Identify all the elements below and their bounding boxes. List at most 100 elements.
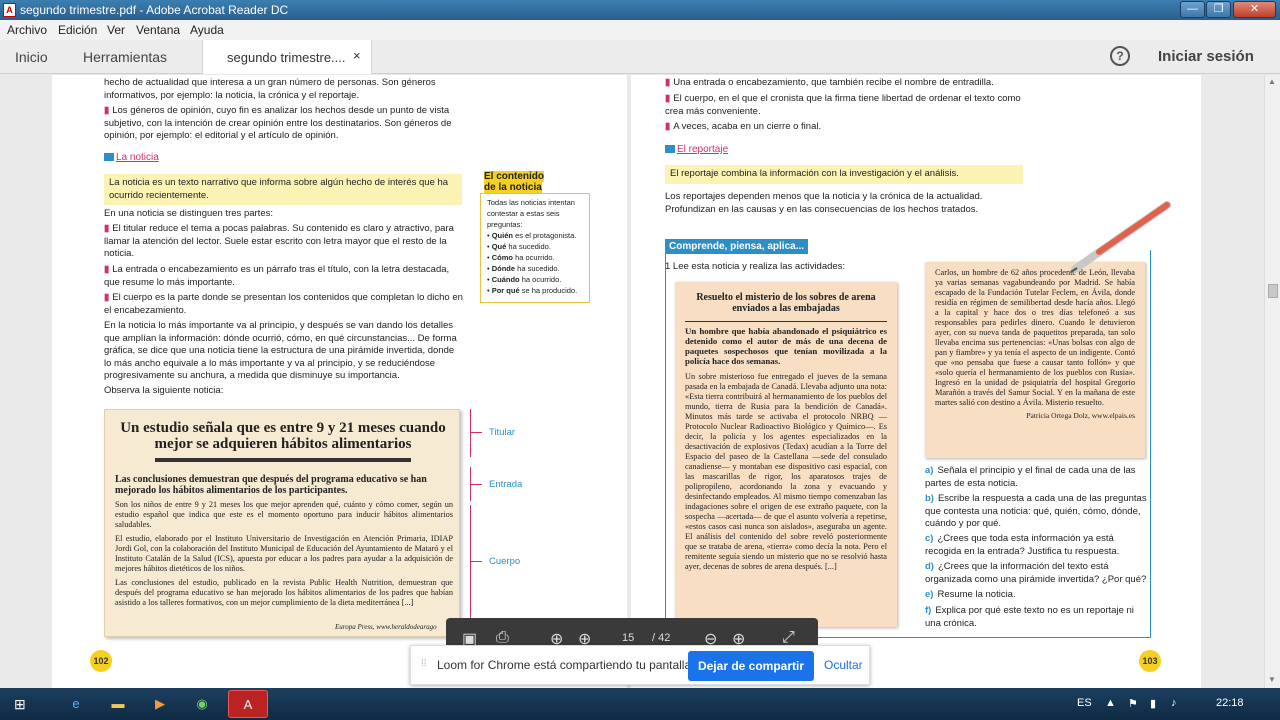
- volume-icon[interactable]: ♪: [1171, 697, 1177, 709]
- tab-bar: Inicio Herramientas segundo trimestre...…: [0, 40, 1280, 74]
- news-rule: [155, 458, 411, 462]
- activity-b: b) Escribe la respuesta a cada una de las…: [925, 493, 1147, 529]
- continuation-signature: Patricia Ortega Dolz, www.elpais.es: [1026, 411, 1135, 420]
- sidebox-item: • Qué ha sucedido.: [487, 242, 551, 251]
- page-number-103: 103: [1139, 650, 1161, 672]
- news-headline: Un estudio señala que es entre 9 y 21 me…: [120, 420, 446, 452]
- start-grid-icon[interactable]: ⊞: [14, 696, 26, 713]
- sidebox-item: • Quién es el protagonista.: [487, 231, 577, 240]
- label-cuerpo: Cuerpo: [489, 556, 521, 567]
- intro-genres-informative: hecho de actualidad que interesa a un gr…: [104, 77, 436, 101]
- cronica-part-cuerpo: ▮ El cuerpo, en el que el cronista que la…: [665, 93, 1021, 117]
- news-clipping: Un estudio señala que es entre 9 y 21 me…: [104, 409, 460, 637]
- question-1: 1 Lee esta noticia y realiza las activid…: [665, 261, 846, 272]
- title-bar: A segundo trimestre.pdf - Adobe Acrobat …: [0, 0, 1280, 20]
- intro-genres-opinion: ▮ Los géneros de opinión, cuyo fin es ana…: [104, 105, 452, 141]
- close-window-button[interactable]: ✕: [1233, 1, 1276, 18]
- sidebox-item: • Por qué se ha producido.: [487, 286, 578, 295]
- tab-document-label: segundo trimestre....: [227, 50, 346, 65]
- bracket-tick: [470, 432, 482, 433]
- screen-share-bar: ⁞⁞ Loom for Chrome está compartiendo tu …: [410, 645, 870, 685]
- menu-ventana[interactable]: Ventana: [136, 23, 180, 37]
- part-cuerpo: ▮ El cuerpo es la parte donde se presenta…: [104, 292, 463, 316]
- page-current-input[interactable]: 15: [622, 632, 634, 644]
- sidebox-item: • Cuándo ha ocurrido.: [487, 275, 562, 284]
- share-message: Loom for Chrome está compartiendo tu pan…: [437, 658, 695, 672]
- cronica-part-entrada: ▮ Una entrada o encabezamiento, que tambi…: [665, 77, 994, 88]
- cronica-part-cierre: ▮ A veces, acaba en un cierre o final.: [665, 121, 822, 132]
- scroll-thumb[interactable]: [1268, 284, 1278, 298]
- article-body: Un sobre misterioso fue entregado el jue…: [685, 372, 887, 571]
- language-indicator[interactable]: ES: [1077, 697, 1092, 709]
- part-entrada: ▮ La entrada o encabezamiento es un párra…: [104, 264, 450, 288]
- sidebox-questions: Todas las noticias intentan contestar a …: [480, 193, 590, 303]
- news-source: Europa Press, www.heraldodearago: [335, 623, 437, 631]
- flag-icon[interactable]: ⚑: [1128, 697, 1138, 710]
- menu-ver[interactable]: Ver: [107, 23, 125, 37]
- article-continuation: Carlos, un hombre de 62 años procedente …: [925, 262, 1145, 458]
- bracket-tick: [470, 561, 482, 562]
- bracket-titular: [470, 409, 471, 457]
- tab-inicio[interactable]: Inicio: [15, 49, 48, 65]
- signin-button[interactable]: Iniciar sesión: [1158, 48, 1254, 65]
- observe-text: Observa la siguiente noticia:: [104, 385, 224, 396]
- sidebox-intro: Todas las noticias intentan contestar a …: [487, 198, 575, 229]
- window-title: segundo trimestre.pdf - Adobe Acrobat Re…: [20, 3, 289, 17]
- menu-edicion[interactable]: Edición: [58, 23, 97, 37]
- drag-handle-icon[interactable]: ⁞⁞: [421, 658, 427, 669]
- acrobat-app-icon: A: [3, 3, 16, 17]
- activity-c: c) ¿Crees que toda esta información ya es…: [925, 533, 1120, 557]
- tab-herramientas[interactable]: Herramientas: [83, 49, 167, 65]
- taskbar: ⊞ e ▬ ▶ ◉ A ES ▲ ⚑ ▮ ♪ 22:18: [0, 688, 1280, 720]
- news-body-2: El estudio, elaborado por el Instituto U…: [115, 534, 453, 573]
- menu-ayuda[interactable]: Ayuda: [190, 23, 224, 37]
- acrobat-taskbar-icon[interactable]: A: [228, 690, 268, 718]
- media-player-icon[interactable]: ▶: [140, 690, 180, 718]
- minimize-button[interactable]: —: [1180, 1, 1205, 18]
- tab-document[interactable]: segundo trimestre.... ×: [202, 40, 372, 74]
- vertical-scrollbar[interactable]: ▲ ▼: [1264, 75, 1280, 688]
- sidebox-item: • Dónde ha sucedido.: [487, 264, 560, 273]
- bracket-tick: [470, 484, 482, 485]
- clock[interactable]: 22:18: [1216, 697, 1244, 709]
- part-titular: ▮ El titular reduce el tema a pocas palab…: [104, 223, 454, 259]
- label-titular: Titular: [489, 427, 516, 438]
- article-title: Resuelto el misterio de los sobres de ar…: [696, 292, 876, 314]
- pyramid-paragraph: En la noticia lo más importante va al pr…: [104, 320, 457, 381]
- activity-d: d) ¿Crees que la información del texto es…: [925, 561, 1147, 585]
- pdf-page-103: ▮ Una entrada o encabezamiento, que tambi…: [631, 75, 1201, 688]
- article-lead: Un hombre que había abandonado el psiqui…: [685, 326, 887, 366]
- file-explorer-icon[interactable]: ▬: [98, 690, 138, 718]
- news-body-1: Son los niños de entre 9 y 21 meses los …: [115, 500, 453, 529]
- sidebox-item: • Cómo ha ocurrido.: [487, 253, 555, 262]
- news-lead: Las conclusiones demuestran que después …: [115, 474, 427, 496]
- section-el-reportaje: El reportaje: [665, 144, 728, 155]
- menu-archivo[interactable]: Archivo: [7, 23, 47, 37]
- label-entrada: Entrada: [489, 479, 523, 490]
- parts-intro: En una noticia se distinguen tres partes…: [104, 208, 273, 219]
- menu-bar: Archivo Edición Ver Ventana Ayuda: [0, 20, 1280, 40]
- close-tab-icon[interactable]: ×: [353, 48, 361, 63]
- activity-e: e) Resume la noticia.: [925, 589, 1016, 600]
- continuation-text: Carlos, un hombre de 62 años procedente …: [935, 268, 1135, 407]
- hide-button[interactable]: Ocultar: [824, 658, 863, 672]
- document-viewer[interactable]: hecho de actualidad que interesa a un gr…: [0, 75, 1264, 688]
- definition-reportaje: El reportaje combina la información con …: [665, 165, 1023, 184]
- activity-a: a) Señala el principio y el final de cada…: [925, 465, 1136, 489]
- internet-explorer-icon[interactable]: e: [56, 690, 96, 718]
- scroll-down-icon[interactable]: ▼: [1268, 675, 1276, 684]
- tray-arrow-icon[interactable]: ▲: [1105, 697, 1116, 709]
- stop-sharing-button[interactable]: Dejar de compartir: [688, 651, 814, 681]
- maximize-button[interactable]: ❐: [1206, 1, 1231, 18]
- network-icon[interactable]: ▮: [1150, 697, 1156, 710]
- news-body-3: Las conclusiones del estudio, publicado …: [115, 578, 453, 607]
- pencil-icon: [1070, 201, 1171, 273]
- section-la-noticia: La noticia: [104, 152, 159, 163]
- chrome-icon[interactable]: ◉: [182, 690, 222, 718]
- scroll-up-icon[interactable]: ▲: [1268, 77, 1276, 86]
- reportaje-paragraph: Los reportajes dependen menos que la not…: [665, 191, 983, 215]
- activity-f: f) Explica por qué este texto no es un re…: [925, 605, 1134, 629]
- article-clipping: Resuelto el misterio de los sobres de ar…: [675, 282, 897, 627]
- page-number-102: 102: [90, 650, 112, 672]
- help-icon[interactable]: ?: [1110, 46, 1130, 66]
